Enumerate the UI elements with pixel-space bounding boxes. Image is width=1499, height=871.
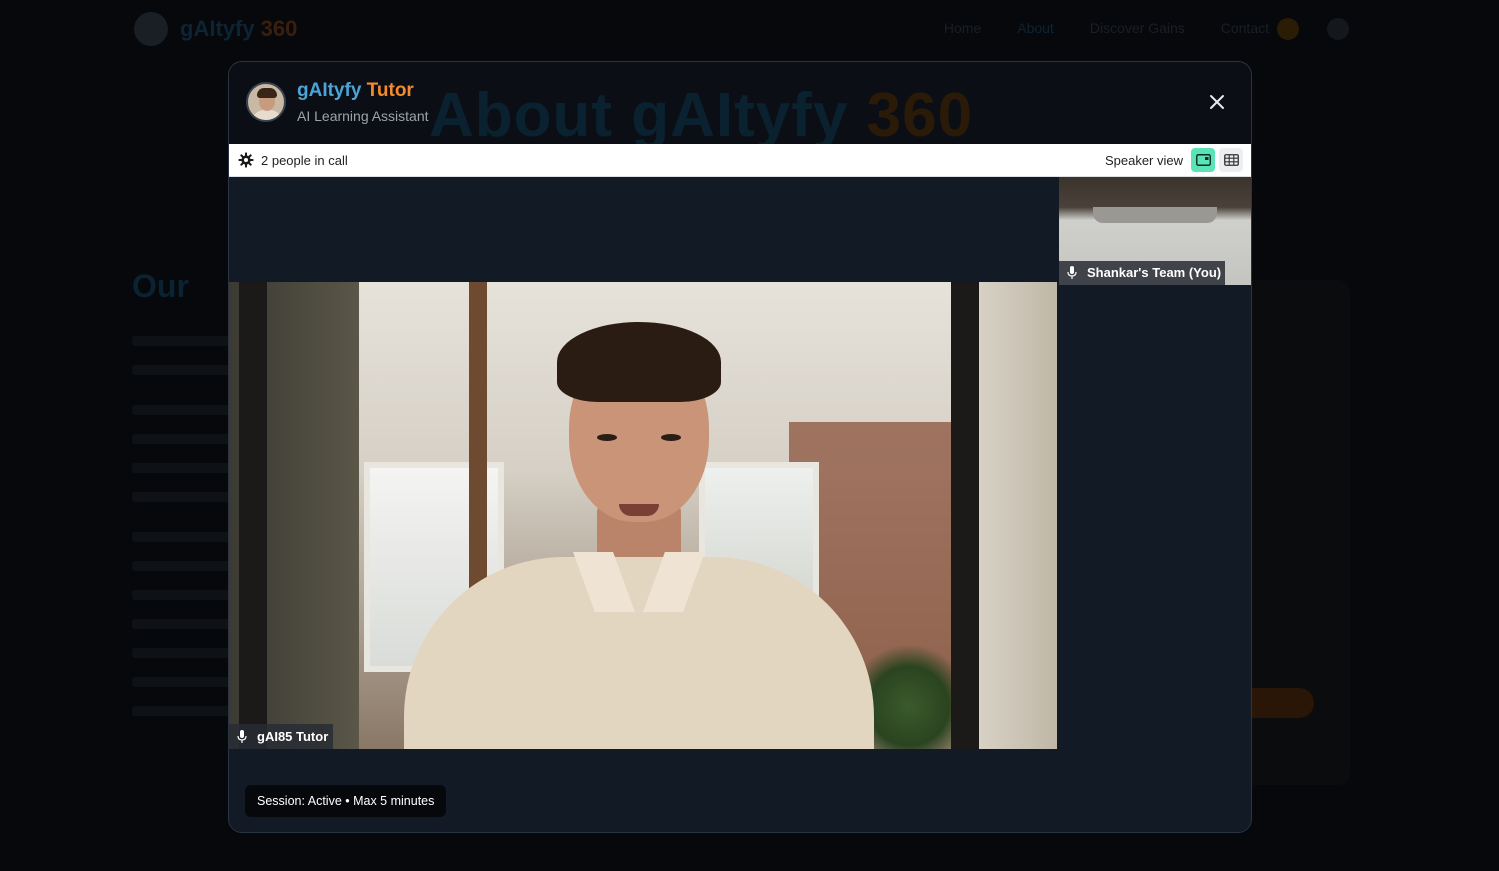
call-area: gAI85 Tutor Shankar's Team (You) Session… [229,177,1251,832]
background-logo: gAItyfy 360 [180,16,298,41]
background-profile-icon [1327,18,1349,40]
gear-icon[interactable] [238,152,254,168]
session-status-badge: Session: Active • Max 5 minutes [245,785,447,817]
call-toolbar: 2 people in call Speaker view [229,144,1251,177]
background-theme-icon [1277,18,1299,40]
microphone-icon [1067,266,1077,279]
close-icon [1210,95,1224,109]
background-nav-link: Home [943,20,982,36]
main-participant-name: gAI85 Tutor [257,729,329,744]
tutor-avatar [246,82,286,122]
self-video-tile[interactable]: Shankar's Team (You) [1059,177,1251,285]
grid-view-icon [1223,154,1239,166]
background-nav-link: Discover Gains [1089,20,1185,36]
main-participant-label: gAI85 Tutor [229,724,334,749]
speaker-view-button[interactable] [1191,148,1215,172]
tutor-call-modal: About gAItyfy 360 gAItyfy Tutor AI Learn… [228,61,1252,833]
modal-title: gAItyfy Tutor [297,80,414,101]
microphone-icon [237,730,247,743]
background-logo-icon [134,12,168,46]
background-page-title: About gAItyfy 360 [429,81,974,150]
background-nav-links: Home About Discover Gains Contact [944,20,1269,36]
grid-view-button[interactable] [1219,148,1243,172]
close-button[interactable] [1205,90,1229,114]
background-nav-link: Contact [1220,20,1269,36]
self-participant-name: Shankar's Team (You) [1087,265,1222,280]
modal-header: About gAItyfy 360 gAItyfy Tutor AI Learn… [229,62,1251,150]
view-mode-label: Speaker view [1104,153,1183,168]
background-navbar: gAItyfy 360 Home About Discover Gains Co… [132,8,1349,52]
background-nav-link: About [1017,20,1054,36]
background-card-button [1250,688,1314,718]
modal-subtitle: AI Learning Assistant [297,108,429,124]
self-participant-label: Shankar's Team (You) [1059,261,1226,285]
speaker-view-icon [1195,154,1211,166]
background-text-block [132,336,232,735]
participant-count: 2 people in call [261,153,348,168]
main-video-tile[interactable]: gAI85 Tutor [229,282,1057,749]
background-section-heading: Our [132,268,189,304]
